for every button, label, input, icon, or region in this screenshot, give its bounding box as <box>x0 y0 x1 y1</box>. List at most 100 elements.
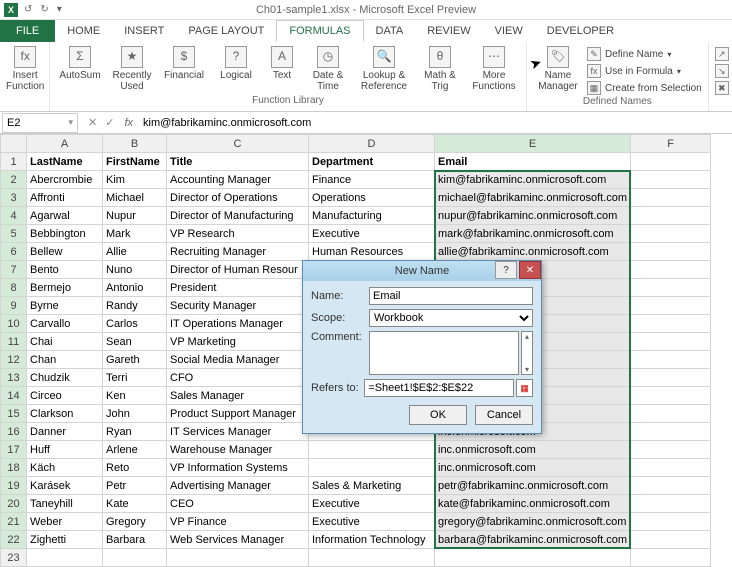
row-header-21[interactable]: 21 <box>1 513 27 531</box>
cell-E23[interactable] <box>435 549 631 567</box>
cell-F12[interactable] <box>631 351 711 369</box>
cell-E18[interactable]: inc.onmicrosoft.com <box>435 459 631 477</box>
cell-F20[interactable] <box>631 495 711 513</box>
cell-B7[interactable]: Nuno <box>103 261 167 279</box>
cell-F21[interactable] <box>631 513 711 531</box>
cell-D4[interactable]: Manufacturing <box>309 207 435 225</box>
row-header-15[interactable]: 15 <box>1 405 27 423</box>
cell-F23[interactable] <box>631 549 711 567</box>
cell-C19[interactable]: Advertising Manager <box>167 477 309 495</box>
cell-F16[interactable] <box>631 423 711 441</box>
cell-C12[interactable]: Social Media Manager <box>167 351 309 369</box>
range-selector-button[interactable]: ▦ <box>516 379 533 397</box>
tab-file[interactable]: FILE <box>0 20 55 42</box>
trace-dependents-button[interactable]: ↘Trace Dependents <box>715 63 732 79</box>
cell-C7[interactable]: Director of Human Resour <box>167 261 309 279</box>
cell-F14[interactable] <box>631 387 711 405</box>
cell-C16[interactable]: IT Services Manager <box>167 423 309 441</box>
cell-B20[interactable]: Kate <box>103 495 167 513</box>
row-header-7[interactable]: 7 <box>1 261 27 279</box>
cell-A17[interactable]: Huff <box>27 441 103 459</box>
cell-F9[interactable] <box>631 297 711 315</box>
cell-E6[interactable]: allie@fabrikaminc.onmicrosoft.com <box>435 243 631 261</box>
row-header-18[interactable]: 18 <box>1 459 27 477</box>
cell-F18[interactable] <box>631 459 711 477</box>
create-from-selection-button[interactable]: ▦Create from Selection <box>587 80 702 96</box>
cell-B15[interactable]: John <box>103 405 167 423</box>
cell-B11[interactable]: Sean <box>103 333 167 351</box>
cell-C18[interactable]: VP Information Systems <box>167 459 309 477</box>
column-header-E[interactable]: E <box>435 135 631 153</box>
row-header-11[interactable]: 11 <box>1 333 27 351</box>
cell-B18[interactable]: Reto <box>103 459 167 477</box>
cell-A10[interactable]: Carvallo <box>27 315 103 333</box>
insert-function-button[interactable]: fxInsert Function <box>6 44 44 92</box>
row-header-23[interactable]: 23 <box>1 549 27 567</box>
cell-C4[interactable]: Director of Manufacturing <box>167 207 309 225</box>
text-button[interactable]: AText <box>264 44 300 81</box>
cell-E5[interactable]: mark@fabrikaminc.onmicrosoft.com <box>435 225 631 243</box>
cell-B21[interactable]: Gregory <box>103 513 167 531</box>
cell-B5[interactable]: Mark <box>103 225 167 243</box>
formula-bar-input[interactable] <box>139 117 732 129</box>
cell-D6[interactable]: Human Resources <box>309 243 435 261</box>
cell-F10[interactable] <box>631 315 711 333</box>
cell-F6[interactable] <box>631 243 711 261</box>
cell-A6[interactable]: Bellew <box>27 243 103 261</box>
tab-insert[interactable]: INSERT <box>112 20 176 42</box>
lookup-button[interactable]: 🔍Lookup & Reference <box>356 44 412 92</box>
cancel-button[interactable]: Cancel <box>475 405 533 425</box>
cell-F8[interactable] <box>631 279 711 297</box>
date-time-button[interactable]: ◷Date & Time <box>304 44 352 92</box>
cell-C8[interactable]: President <box>167 279 309 297</box>
row-header-16[interactable]: 16 <box>1 423 27 441</box>
cell-F4[interactable] <box>631 207 711 225</box>
column-header-D[interactable]: D <box>309 135 435 153</box>
cell-B1[interactable]: FirstName <box>103 153 167 171</box>
cell-A18[interactable]: Käch <box>27 459 103 477</box>
comment-input[interactable] <box>369 331 519 375</box>
cell-A11[interactable]: Chai <box>27 333 103 351</box>
cell-A19[interactable]: Karásek <box>27 477 103 495</box>
use-in-formula-button[interactable]: fxUse in Formula▾ <box>587 63 702 79</box>
cell-A21[interactable]: Weber <box>27 513 103 531</box>
cell-A8[interactable]: Bermejo <box>27 279 103 297</box>
cancel-formula-icon[interactable]: ✕ <box>88 116 97 129</box>
cell-A2[interactable]: Abercrombie <box>27 171 103 189</box>
enter-formula-icon[interactable]: ✓ <box>105 116 114 129</box>
cell-A20[interactable]: Taneyhill <box>27 495 103 513</box>
remove-arrows-button[interactable]: ✖Remove Arrows▾ <box>715 80 732 96</box>
cell-C6[interactable]: Recruiting Manager <box>167 243 309 261</box>
cell-A9[interactable]: Byrne <box>27 297 103 315</box>
cell-F19[interactable] <box>631 477 711 495</box>
cell-D17[interactable] <box>309 441 435 459</box>
name-input[interactable] <box>369 287 533 305</box>
tab-developer[interactable]: DEVELOPER <box>535 20 626 42</box>
cell-C21[interactable]: VP Finance <box>167 513 309 531</box>
cell-C5[interactable]: VP Research <box>167 225 309 243</box>
row-header-17[interactable]: 17 <box>1 441 27 459</box>
dialog-help-button[interactable]: ? <box>495 261 517 279</box>
cell-F17[interactable] <box>631 441 711 459</box>
cell-E1[interactable]: Email <box>435 153 631 171</box>
cell-A15[interactable]: Clarkson <box>27 405 103 423</box>
select-all-corner[interactable] <box>1 135 27 153</box>
cell-E17[interactable]: inc.onmicrosoft.com <box>435 441 631 459</box>
row-header-20[interactable]: 20 <box>1 495 27 513</box>
cell-B23[interactable] <box>103 549 167 567</box>
cell-F22[interactable] <box>631 531 711 549</box>
cell-C1[interactable]: Title <box>167 153 309 171</box>
cell-A14[interactable]: Circeo <box>27 387 103 405</box>
cell-F1[interactable] <box>631 153 711 171</box>
row-header-6[interactable]: 6 <box>1 243 27 261</box>
tab-page-layout[interactable]: PAGE LAYOUT <box>176 20 276 42</box>
cell-C2[interactable]: Accounting Manager <box>167 171 309 189</box>
cell-B13[interactable]: Terri <box>103 369 167 387</box>
cell-B16[interactable]: Ryan <box>103 423 167 441</box>
row-header-10[interactable]: 10 <box>1 315 27 333</box>
quick-access-toolbar[interactable]: ↺↻▾ <box>24 4 62 15</box>
trace-precedents-button[interactable]: ↗Trace Precedents <box>715 46 732 62</box>
cell-C23[interactable] <box>167 549 309 567</box>
scrollbar[interactable]: ▴▾ <box>521 331 533 375</box>
cell-B2[interactable]: Kim <box>103 171 167 189</box>
